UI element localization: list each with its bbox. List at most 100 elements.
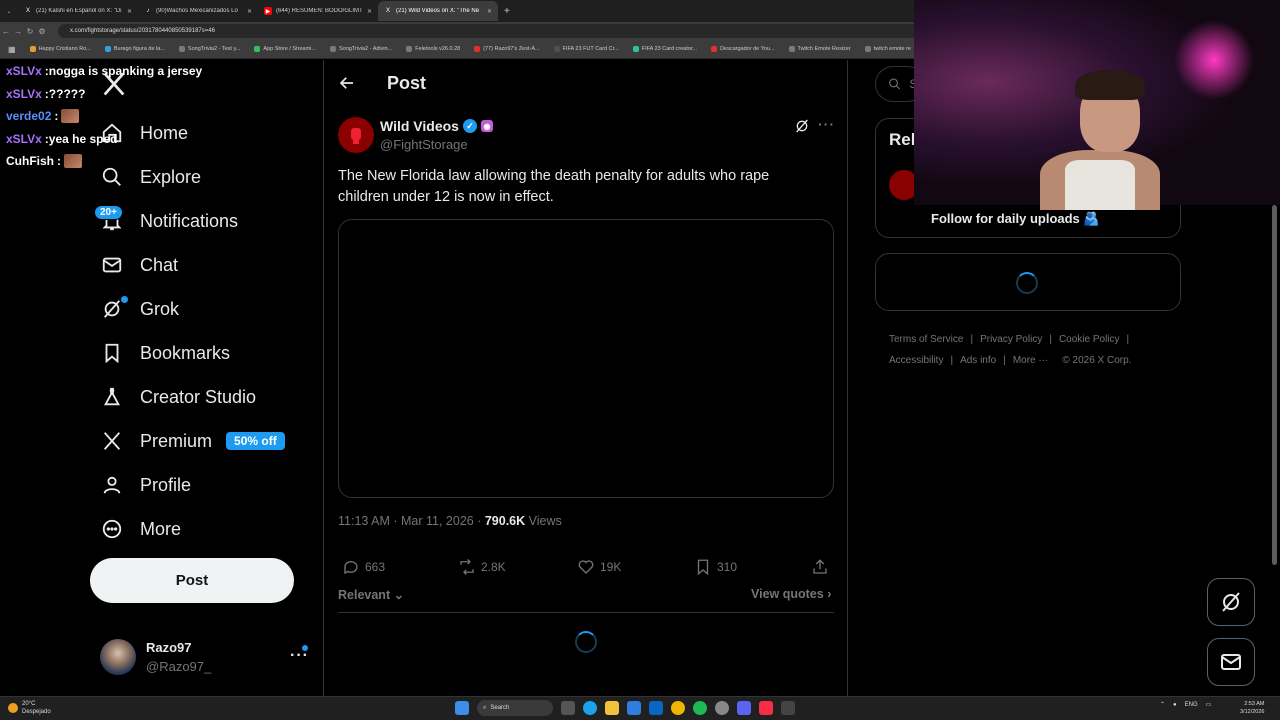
author-avatar[interactable] xyxy=(338,117,374,153)
nav-label: Premium xyxy=(140,430,213,451)
like-count: 19K xyxy=(600,560,622,574)
spotify-icon[interactable] xyxy=(693,701,707,715)
new-tab-icon[interactable]: + xyxy=(504,6,510,17)
bookmark-item[interactable]: FIFA 23 Card creator... xyxy=(632,46,697,52)
bookmark-item[interactable]: FIFA 23 FUT Card Cr... xyxy=(553,46,619,52)
mail-icon xyxy=(100,253,124,277)
close-tab-icon[interactable]: ✕ xyxy=(247,8,252,15)
app-icon[interactable] xyxy=(781,701,795,715)
chat-emote-icon xyxy=(61,109,80,124)
grok-notification-dot xyxy=(121,296,128,303)
reply-sort-dropdown[interactable]: Relevant ⌄ xyxy=(338,587,404,602)
footer-more-link[interactable]: More ··· xyxy=(1013,355,1049,366)
search-icon xyxy=(889,78,901,90)
nav-premium[interactable]: Premium 50% off xyxy=(100,421,285,461)
post-timestamp[interactable]: 11:13 AM · Mar 11, 2026 · xyxy=(338,514,485,528)
bookmark-item[interactable]: Descargador de You... xyxy=(711,46,775,52)
back-arrow-icon[interactable] xyxy=(338,74,356,92)
author-name[interactable]: Wild Videos ✓ ◉ xyxy=(380,118,493,134)
close-tab-icon[interactable]: ✕ xyxy=(487,8,492,15)
account-switcher[interactable]: Razo97 @Razo97_ xyxy=(100,638,211,676)
mic-icon[interactable]: ● xyxy=(1173,702,1177,708)
chat-username: CuhFish xyxy=(6,154,54,168)
bookmark-item[interactable]: twitch emote re xyxy=(864,46,911,52)
file-explorer-icon[interactable] xyxy=(605,701,619,715)
bookmark-item[interactable]: App Store / Streami... xyxy=(254,46,316,52)
browser-tab[interactable]: ▶ (644) RESUMEN: BODO/GLIMT ✕ xyxy=(258,1,378,21)
taskbar-apps: ⌕ Search xyxy=(455,700,795,716)
url-bar[interactable]: x.com/fightstorage/status/20317804408505… xyxy=(58,24,938,38)
reply-button[interactable]: 663 xyxy=(342,558,385,576)
nav-grok[interactable]: Grok xyxy=(100,289,179,329)
discord-icon[interactable] xyxy=(737,701,751,715)
language-indicator[interactable]: ENG xyxy=(1185,702,1198,708)
bookmark-item[interactable]: SongTrivia2 - Adivin... xyxy=(329,46,393,52)
nav-creator-studio[interactable]: Creator Studio xyxy=(100,377,256,417)
nav-bookmarks[interactable]: Bookmarks xyxy=(100,333,230,373)
author-handle[interactable]: @FightStorage xyxy=(380,137,468,152)
weather-widget[interactable]: 20°C Despejado xyxy=(8,700,51,716)
page-scrollbar[interactable] xyxy=(1272,205,1277,565)
post-more-icon[interactable]: ··· xyxy=(818,116,835,132)
bookmark-label: SongTrivia2 - Adivin... xyxy=(338,46,393,52)
browser-tab-active[interactable]: X (21) Wild Videos on X: "The Ne ✕ xyxy=(378,1,498,21)
nav-label: More xyxy=(140,518,182,539)
bookmark-favicon-icon xyxy=(29,46,36,52)
cookie-link[interactable]: Cookie Policy xyxy=(1059,334,1120,345)
clock[interactable]: 2:53 AM 3/12/2026 xyxy=(1240,700,1264,716)
browser-tab[interactable]: X (21) Kalshi en Español on X: "Di ✕ xyxy=(18,1,138,21)
windows-taskbar: 20°C Despejado ⌕ Search ⌃ ● ENG ▭ 2:53 AM 3… xyxy=(0,696,1280,720)
bookmark-label: Happy Cristiano Ro... xyxy=(38,46,91,52)
tray-chevron-icon[interactable]: ⌃ xyxy=(1160,701,1165,708)
privacy-link[interactable]: Privacy Policy xyxy=(980,334,1042,345)
back-nav-icon[interactable]: ← xyxy=(0,27,12,36)
bookmark-label: App Store / Streami... xyxy=(263,46,316,52)
site-info-icon[interactable]: ⚙ xyxy=(36,27,48,36)
forward-nav-icon[interactable]: → xyxy=(12,27,24,36)
chrome-icon[interactable] xyxy=(671,701,685,715)
apps-grid-icon[interactable]: ▦ xyxy=(8,45,16,54)
bookmark-item[interactable]: SongTrivia2 - Test y... xyxy=(178,46,240,52)
view-quotes-link[interactable]: View quotes › xyxy=(751,587,831,601)
nav-more[interactable]: More xyxy=(100,509,181,549)
avatar xyxy=(100,639,136,675)
taskbar-search[interactable]: ⌕ Search xyxy=(477,700,553,716)
store-icon[interactable] xyxy=(627,701,641,715)
ads-info-link[interactable]: Ads info xyxy=(960,355,996,366)
terms-link[interactable]: Terms of Service xyxy=(889,334,963,345)
network-icon[interactable]: ▭ xyxy=(1206,701,1212,708)
compose-post-button[interactable]: Post xyxy=(90,558,294,603)
nav-profile[interactable]: Profile xyxy=(100,465,191,505)
tab-list-chevron-icon[interactable]: ⌄ xyxy=(0,8,18,15)
reply-icon xyxy=(344,561,358,575)
music-icon[interactable] xyxy=(759,701,773,715)
nav-chat[interactable]: Chat xyxy=(100,245,178,285)
accessibility-link[interactable]: Accessibility xyxy=(889,355,943,366)
webcam-light xyxy=(1174,20,1254,100)
share-button[interactable] xyxy=(811,558,829,576)
task-view-icon[interactable] xyxy=(561,701,575,715)
repost-button[interactable]: 2.8K xyxy=(458,558,506,576)
bookmark-item[interactable]: Happy Cristiano Ro... xyxy=(29,46,91,52)
obs-icon[interactable] xyxy=(715,701,729,715)
bookmark-item[interactable]: Twitch Emote Resizer xyxy=(788,46,851,52)
chat-text: nogga is spanking a jersey xyxy=(48,64,203,78)
grok-explain-icon[interactable] xyxy=(794,118,810,134)
like-button[interactable]: 19K xyxy=(577,558,621,576)
edge-icon[interactable] xyxy=(583,701,597,715)
grok-float-button[interactable] xyxy=(1207,578,1255,626)
bookmark-item[interactable]: Burago figura de la... xyxy=(104,46,165,52)
browser-tab[interactable]: ♪ (90)Wachos Mexicanizados Lo ✕ xyxy=(138,1,258,21)
nav-label: Notifications xyxy=(140,210,239,231)
reload-icon[interactable]: ↻ xyxy=(24,27,36,36)
mail-app-icon[interactable] xyxy=(649,701,663,715)
bookmark-item[interactable]: Feletools v26.0.28 xyxy=(406,46,460,52)
messages-float-button[interactable] xyxy=(1207,638,1255,686)
bookmark-item[interactable]: (77) Razo97's Zest-A... xyxy=(474,46,540,52)
page-title: Post xyxy=(387,73,427,93)
post-media-video[interactable] xyxy=(338,219,834,498)
bookmark-button[interactable]: 310 xyxy=(694,558,737,576)
windows-start-icon[interactable] xyxy=(455,701,469,715)
close-tab-icon[interactable]: ✕ xyxy=(127,8,132,15)
close-tab-icon[interactable]: ✕ xyxy=(367,8,372,15)
